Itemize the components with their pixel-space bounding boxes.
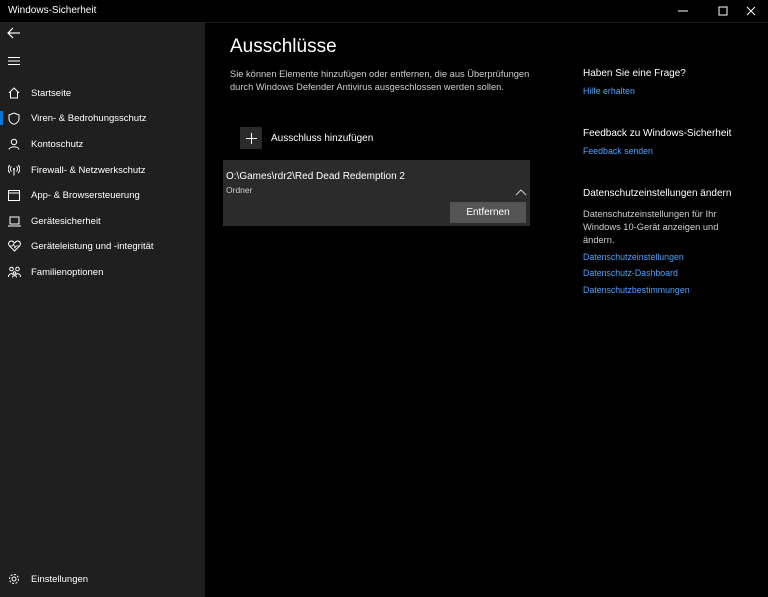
home-icon — [7, 86, 21, 100]
chevron-up-icon[interactable] — [515, 183, 527, 196]
page-description: Sie können Elemente hinzufügen oder entf… — [230, 69, 530, 92]
privacy-heading: Datenschutzeinstellungen ändern — [583, 188, 732, 199]
title-bar: Windows-Sicherheit — [0, 0, 768, 23]
sidebar: Startseite Viren- & Bedrohungsschutz Kon… — [0, 22, 205, 597]
selection-indicator — [0, 111, 3, 125]
sidebar-item-label: Kontoschutz — [31, 138, 84, 150]
sidebar-item-startseite[interactable]: Startseite — [0, 81, 205, 105]
back-arrow-icon — [7, 26, 21, 44]
window-title: Windows-Sicherheit — [8, 5, 97, 16]
person-icon — [7, 137, 21, 151]
minimize-icon — [678, 6, 688, 16]
question-heading: Haben Sie eine Frage? — [583, 68, 686, 79]
exclusion-type: Ordner — [226, 185, 253, 195]
add-exclusion-label: Ausschluss hinzufügen — [271, 132, 374, 144]
page-title: Ausschlüsse — [230, 36, 337, 57]
laptop-icon — [7, 214, 21, 228]
minimize-button[interactable] — [666, 0, 700, 22]
help-link[interactable]: Hilfe erhalten — [583, 86, 635, 96]
feedback-link[interactable]: Feedback senden — [583, 146, 653, 156]
sidebar-item-label: Gerätesicherheit — [31, 215, 101, 227]
maximize-icon — [718, 6, 728, 16]
sidebar-item-account-protection[interactable]: Kontoschutz — [0, 132, 205, 156]
sidebar-item-firewall[interactable]: Firewall- & Netzwerkschutz — [0, 158, 205, 182]
sidebar-item-settings[interactable]: Einstellungen — [0, 567, 205, 591]
back-button[interactable] — [4, 26, 24, 44]
sidebar-item-label: Viren- & Bedrohungsschutz — [31, 112, 147, 124]
remove-button[interactable]: Entfernen — [450, 202, 526, 223]
exclusion-item[interactable]: O:\Games\rdr2\Red Dead Redemption 2 Ordn… — [223, 160, 530, 226]
sidebar-item-device-performance[interactable]: Geräteleistung und -integrität — [0, 234, 205, 258]
sidebar-item-family-options[interactable]: Familienoptionen — [0, 260, 205, 284]
shield-icon — [7, 111, 21, 125]
sidebar-item-label: App- & Browsersteuerung — [31, 189, 140, 201]
family-icon — [7, 265, 21, 279]
close-icon — [746, 6, 756, 16]
sidebar-item-virus-protection[interactable]: Viren- & Bedrohungsschutz — [0, 106, 205, 130]
main-content: Ausschlüsse Sie können Elemente hinzufüg… — [205, 22, 768, 597]
gear-icon — [7, 572, 21, 586]
close-button[interactable] — [734, 0, 768, 22]
sidebar-item-device-security[interactable]: Gerätesicherheit — [0, 209, 205, 233]
exclusion-path: O:\Games\rdr2\Red Dead Redemption 2 — [226, 171, 405, 182]
browser-window-icon — [7, 188, 21, 202]
heart-icon — [7, 239, 21, 253]
privacy-settings-link[interactable]: Datenschutzeinstellungen — [583, 252, 684, 262]
feedback-heading: Feedback zu Windows-Sicherheit — [583, 128, 732, 139]
sidebar-item-label: Firewall- & Netzwerkschutz — [31, 164, 146, 176]
hamburger-menu-button[interactable] — [4, 54, 24, 70]
hamburger-icon — [8, 53, 20, 71]
privacy-dashboard-link[interactable]: Datenschutz-Dashboard — [583, 268, 678, 278]
plus-icon — [240, 127, 262, 149]
sidebar-item-label: Startseite — [31, 87, 72, 99]
add-exclusion-button[interactable]: Ausschluss hinzufügen — [240, 126, 373, 150]
sidebar-item-label: Familienoptionen — [31, 266, 104, 278]
privacy-description: Datenschutzeinstellungen für Ihr Windows… — [583, 209, 719, 245]
antenna-icon — [7, 163, 21, 177]
settings-label: Einstellungen — [31, 573, 89, 585]
privacy-statement-link[interactable]: Datenschutzbestimmungen — [583, 285, 690, 295]
sidebar-item-label: Geräteleistung und -integrität — [31, 240, 154, 252]
sidebar-item-app-browser-control[interactable]: App- & Browsersteuerung — [0, 183, 205, 207]
